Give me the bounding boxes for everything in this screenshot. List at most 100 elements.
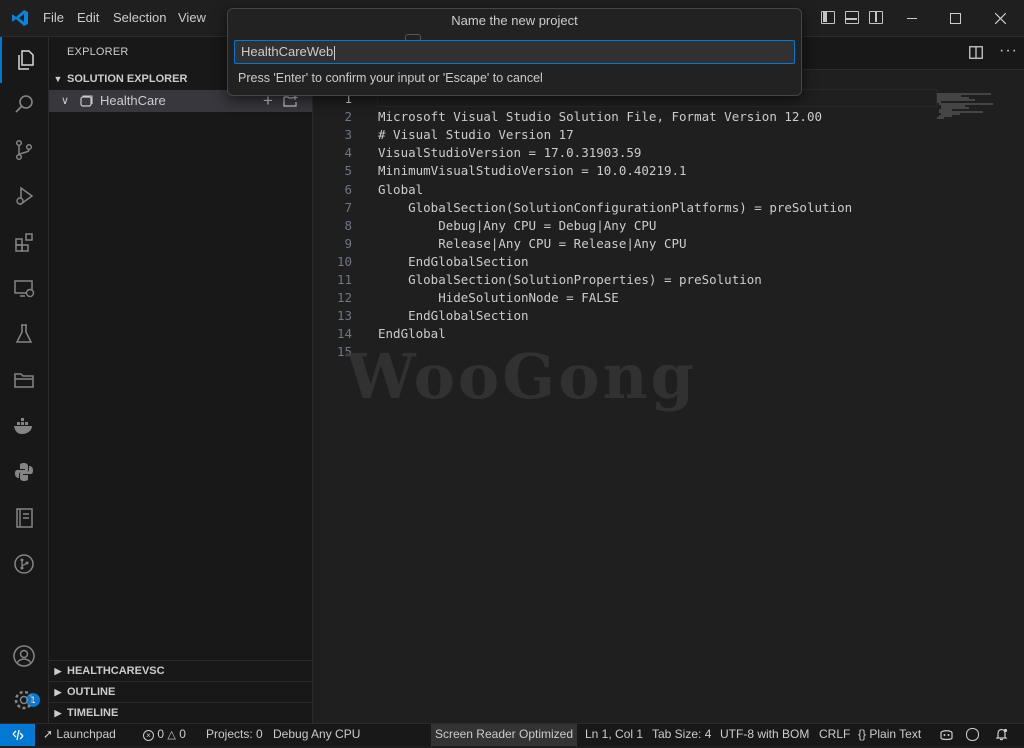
watermark: WooGong bbox=[346, 340, 698, 413]
code-line[interactable]: 3 # Visual Studio Version 17 bbox=[313, 126, 1024, 144]
folder-icon bbox=[14, 373, 34, 388]
line-number: 13 bbox=[336, 308, 352, 324]
activity-bar: 1 bbox=[0, 37, 49, 723]
braces-icon: {} bbox=[858, 727, 867, 741]
minimize-button[interactable] bbox=[889, 0, 935, 36]
remote-explorer-activity[interactable] bbox=[0, 265, 48, 311]
run-debug-activity[interactable] bbox=[0, 173, 48, 219]
editor-area[interactable]: ··· 1 2 Microsoft Visual Studio Solution F… bbox=[313, 37, 1024, 723]
encoding-item[interactable]: UTF-8 with BOM bbox=[720, 724, 809, 746]
line-number: 11 bbox=[336, 272, 352, 287]
project-name-input[interactable]: HealthCareWeb bbox=[234, 40, 795, 64]
cursor-position-item[interactable]: Ln 1, Col 1 bbox=[585, 724, 643, 746]
outline-section[interactable]: ▶ OUTLINE bbox=[49, 681, 312, 703]
new-project-dialog: Name the new project HealthCareWeb Press… bbox=[227, 8, 802, 96]
run-debug-icon bbox=[16, 186, 34, 206]
search-icon bbox=[15, 95, 33, 113]
error-icon: × bbox=[143, 730, 154, 741]
healthcarevsc-section[interactable]: ▶ HEALTHCAREVSC bbox=[49, 660, 312, 682]
remote-icon bbox=[12, 729, 23, 741]
chevron-right-icon: ▶ bbox=[54, 666, 62, 676]
line-number: 12 bbox=[336, 290, 352, 306]
close-window-button[interactable] bbox=[977, 0, 1023, 36]
docker-icon bbox=[14, 418, 32, 434]
code-text: # Visual Studio Version 17 bbox=[378, 127, 574, 143]
menu-edit[interactable]: Edit bbox=[77, 0, 99, 36]
line-number: 7 bbox=[344, 199, 352, 215]
copilot-icon bbox=[940, 730, 953, 741]
manage-activity[interactable] bbox=[0, 677, 48, 723]
code-line[interactable]: 13 EndGlobalSection bbox=[313, 307, 1024, 325]
code-line[interactable]: 4 VisualStudioVersion = 17.0.31903.59 bbox=[313, 144, 1024, 162]
close-icon bbox=[994, 12, 1006, 24]
code-line[interactable]: 9 Release|Any CPU = Release|Any CPU bbox=[313, 235, 1024, 253]
code-line[interactable]: 8 Debug|Any CPU = Debug|Any CPU bbox=[313, 217, 1024, 235]
section-label: OUTLINE bbox=[67, 686, 116, 698]
code-line[interactable]: 5 MinimumVisualStudioVersion = 10.0.40219… bbox=[313, 162, 1024, 180]
code-line[interactable]: 10 EndGlobalSection bbox=[313, 253, 1024, 271]
build-config-item[interactable]: Debug Any CPU bbox=[273, 724, 360, 746]
code-line[interactable]: 2 Microsoft Visual Studio Solution File, … bbox=[313, 108, 1024, 126]
docker-activity[interactable] bbox=[0, 403, 48, 449]
line-number: 3 bbox=[344, 127, 352, 143]
code-line[interactable]: 12 HideSolutionNode = FALSE bbox=[313, 289, 1024, 307]
solution-explorer-activity[interactable] bbox=[0, 357, 48, 403]
text-cursor bbox=[334, 45, 336, 60]
chevron-down-icon: ▼ bbox=[53, 74, 63, 84]
files-icon bbox=[18, 50, 34, 70]
eol-item[interactable]: CRLF bbox=[819, 724, 850, 746]
remote-explorer-icon bbox=[14, 280, 35, 298]
source-control-activity[interactable] bbox=[0, 127, 48, 173]
python-activity[interactable] bbox=[0, 449, 48, 495]
extension-status-item[interactable] bbox=[966, 724, 979, 746]
gear-icon bbox=[14, 690, 34, 710]
maximize-button[interactable] bbox=[932, 0, 978, 36]
section-label: HEALTHCAREVSC bbox=[67, 665, 165, 677]
tree-item-label: HealthCare bbox=[100, 93, 166, 108]
remote-indicator[interactable] bbox=[0, 724, 35, 746]
problems-item[interactable]: × 0 △ 0 bbox=[143, 724, 186, 746]
language-mode-item[interactable]: {} Plain Text bbox=[858, 724, 921, 746]
code-text: Release|Any CPU = Release|Any CPU bbox=[378, 235, 687, 251]
menu-selection[interactable]: Selection bbox=[113, 0, 166, 36]
code-text: EndGlobalSection bbox=[378, 308, 529, 324]
git-graph-icon bbox=[14, 554, 34, 574]
explorer-activity[interactable] bbox=[0, 37, 50, 83]
chevron-right-icon: ▶ bbox=[54, 708, 62, 718]
menu-file[interactable]: File bbox=[43, 0, 64, 36]
more-actions-icon[interactable]: ··· bbox=[999, 42, 1018, 60]
search-activity[interactable] bbox=[0, 81, 48, 127]
copilot-item[interactable] bbox=[939, 724, 954, 746]
testing-activity[interactable] bbox=[0, 311, 48, 357]
tab-size-item[interactable]: Tab Size: 4 bbox=[652, 724, 711, 746]
code-line[interactable]: 7 GlobalSection(SolutionConfigurationPla… bbox=[313, 199, 1024, 217]
language-label: Plain Text bbox=[869, 727, 922, 741]
extensions-icon bbox=[15, 233, 33, 252]
git-graph-activity[interactable] bbox=[0, 541, 48, 587]
toggle-primary-sidebar-icon[interactable] bbox=[821, 11, 835, 24]
code-line[interactable]: 11 GlobalSection(SolutionProperties) = p… bbox=[313, 271, 1024, 289]
notebook-icon bbox=[16, 508, 33, 528]
code-text: EndGlobalSection bbox=[378, 253, 529, 269]
extensions-activity[interactable] bbox=[0, 219, 48, 265]
source-control-icon bbox=[15, 139, 33, 161]
notebook-activity[interactable] bbox=[0, 495, 48, 541]
toggle-secondary-sidebar-icon[interactable] bbox=[869, 11, 883, 24]
launchpad-item[interactable]: ➚ Launchpad bbox=[43, 724, 116, 746]
menu-view[interactable]: View bbox=[178, 0, 206, 36]
timeline-section[interactable]: ▶ TIMELINE bbox=[49, 702, 312, 724]
solution-icon bbox=[80, 95, 93, 107]
line-number: 5 bbox=[344, 163, 352, 179]
screen-reader-item[interactable]: Screen Reader Optimized bbox=[431, 724, 577, 746]
code-line[interactable]: 6 Global bbox=[313, 181, 1024, 199]
line-number: 4 bbox=[344, 145, 352, 161]
minimap[interactable] bbox=[935, 91, 1005, 121]
projects-item[interactable]: Projects: 0 bbox=[206, 724, 263, 746]
launchpad-label: Launchpad bbox=[56, 727, 116, 741]
new-folder-icon[interactable] bbox=[283, 94, 298, 108]
accounts-activity[interactable] bbox=[0, 633, 48, 679]
notifications-item[interactable] bbox=[995, 724, 1008, 746]
split-editor-icon[interactable] bbox=[969, 46, 983, 59]
toggle-panel-icon[interactable] bbox=[845, 11, 859, 24]
status-bar: ➚ Launchpad × 0 △ 0 Projects: 0 Debug An… bbox=[0, 723, 1024, 746]
